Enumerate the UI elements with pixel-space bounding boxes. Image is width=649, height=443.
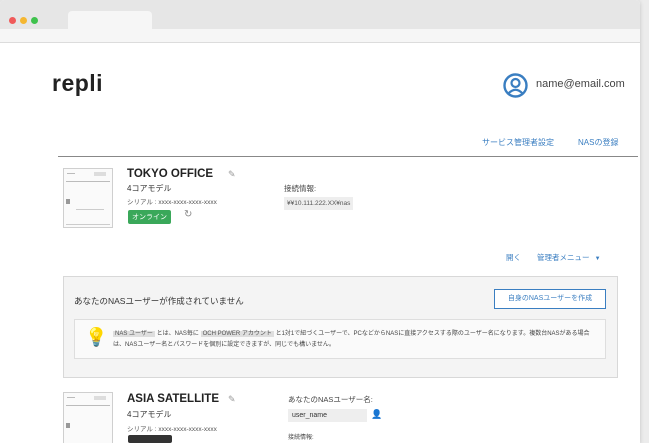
minimize-window-icon[interactable] (20, 17, 27, 24)
status-badge: オンライン (128, 210, 171, 224)
refresh-icon[interactable]: ↻ (184, 209, 192, 220)
nas-name: ASIA SATELLITE (127, 393, 219, 405)
browser-tab[interactable] (68, 11, 152, 29)
connection-address[interactable]: ¥¥10.111.222.XX¥nas (284, 197, 354, 210)
connection-info-label: 接続情報: (288, 435, 314, 441)
user-circle-icon[interactable] (503, 73, 528, 98)
pencil-icon[interactable]: ✎ (228, 394, 236, 405)
lightbulb-icon: 💡 (85, 327, 108, 347)
user-email[interactable]: name@email.com (536, 78, 625, 90)
create-nas-user-button[interactable]: 自身のNASユーザーを作成 (494, 289, 606, 309)
notice-description: NAS ユーザー とは、NAS毎に OCH POWER アカウント と1対1で紐… (113, 329, 593, 351)
nas-user-field[interactable]: user_name (288, 409, 367, 422)
pencil-icon[interactable]: ✎ (228, 169, 236, 180)
nas-user-tag: NAS ユーザー (113, 331, 155, 337)
och-account-tag: OCH POWER アカウント (200, 331, 274, 337)
close-window-icon[interactable] (9, 17, 16, 24)
browser-toolbar (0, 29, 640, 43)
notice-title: あなたのNASユーザーが作成されていません (74, 296, 244, 306)
nas-thumbnail (63, 168, 113, 228)
browser-window: repli name@email.com サービス管理者設定 NASの登録 TO… (0, 0, 640, 443)
admin-menu-label: 管理者メニュー (537, 253, 590, 262)
header-divider (58, 156, 638, 157)
status-badge (128, 435, 172, 443)
nas-model: 4コアモデル (127, 184, 172, 193)
nas-thumbnail (63, 392, 113, 443)
nas-serial: シリアル : xxxx-xxxx-xxxx-xxxx (127, 426, 217, 433)
open-link[interactable]: 開く (506, 252, 521, 263)
connection-info-label: 接続情報: (284, 184, 317, 193)
user-edit-icon[interactable]: 👤 (371, 409, 382, 420)
service-admin-settings-link[interactable]: サービス管理者設定 (482, 137, 554, 148)
app-logo[interactable]: repli (52, 70, 103, 97)
admin-menu-link[interactable]: 管理者メニュー ▼ (537, 252, 601, 263)
notice-text-1: とは、NAS毎に (156, 331, 199, 337)
nas-user-label: あなたのNASユーザー名: (288, 395, 373, 404)
nas-user-notice: あなたのNASユーザーが作成されていません 自身のNASユーザーを作成 💡 NA… (63, 276, 618, 378)
nas-model: 4コアモデル (127, 410, 172, 419)
nas-name: TOKYO OFFICE (127, 168, 214, 180)
notice-info-box: 💡 NAS ユーザー とは、NAS毎に OCH POWER アカウント と1対1… (74, 319, 606, 359)
nas-serial: シリアル : xxxx-xxxx-xxxx-xxxx (127, 199, 217, 206)
nas-register-link[interactable]: NASの登録 (578, 137, 618, 148)
caret-down-icon: ▼ (594, 256, 601, 262)
maximize-window-icon[interactable] (31, 17, 38, 24)
